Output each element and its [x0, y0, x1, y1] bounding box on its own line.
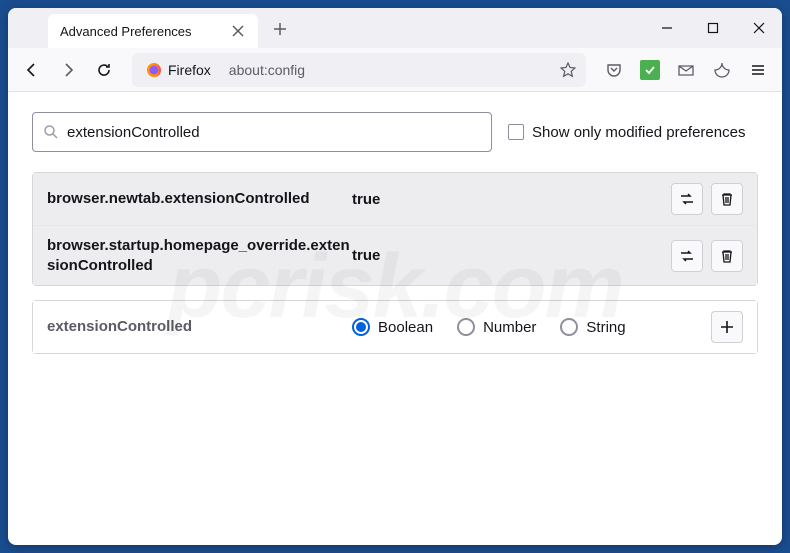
- pref-actions: [711, 311, 743, 343]
- shield-icon[interactable]: [706, 54, 738, 86]
- checkbox-icon: [508, 124, 524, 140]
- search-box[interactable]: [32, 112, 492, 152]
- pref-row[interactable]: browser.startup.homepage_override.extens…: [33, 226, 757, 285]
- close-tab-icon[interactable]: [230, 23, 246, 39]
- add-pref-name: extensionControlled: [47, 317, 352, 337]
- pref-actions: [671, 240, 743, 272]
- menu-button[interactable]: [742, 54, 774, 86]
- url-text: about:config: [221, 62, 313, 78]
- titlebar: Advanced Preferences: [8, 8, 782, 48]
- modified-only-checkbox[interactable]: Show only modified preferences: [508, 124, 745, 141]
- pref-row[interactable]: browser.newtab.extensionControlled true: [33, 173, 757, 226]
- add-pref-table: extensionControlled Boolean Number Strin…: [32, 300, 758, 354]
- add-button[interactable]: [711, 311, 743, 343]
- back-button[interactable]: [16, 54, 48, 86]
- radio-icon: [560, 318, 578, 336]
- radio-string[interactable]: String: [560, 318, 625, 336]
- browser-window: Advanced Preferences Firefox about:confi…: [8, 8, 782, 545]
- search-row: Show only modified preferences: [32, 112, 758, 152]
- pocket-icon[interactable]: [598, 54, 630, 86]
- minimize-button[interactable]: [644, 8, 690, 48]
- delete-button[interactable]: [711, 183, 743, 215]
- identity-box[interactable]: Firefox: [136, 62, 221, 78]
- maximize-button[interactable]: [690, 8, 736, 48]
- reload-button[interactable]: [88, 54, 120, 86]
- nav-toolbar: Firefox about:config: [8, 48, 782, 92]
- identity-label: Firefox: [168, 62, 211, 78]
- pref-actions: [671, 183, 743, 215]
- forward-button[interactable]: [52, 54, 84, 86]
- toggle-button[interactable]: [671, 240, 703, 272]
- window-controls: [644, 8, 782, 48]
- bookmark-star-icon[interactable]: [554, 56, 582, 84]
- firefox-logo-icon: [146, 62, 162, 78]
- prefs-table: browser.newtab.extensionControlled true …: [32, 172, 758, 286]
- tab-title: Advanced Preferences: [60, 24, 230, 39]
- active-tab[interactable]: Advanced Preferences: [48, 14, 258, 48]
- search-icon: [43, 124, 59, 140]
- pref-name: browser.newtab.extensionControlled: [47, 189, 352, 209]
- checkbox-label: Show only modified preferences: [532, 124, 745, 141]
- add-pref-row: extensionControlled Boolean Number Strin…: [33, 301, 757, 353]
- radio-icon: [352, 318, 370, 336]
- radio-boolean[interactable]: Boolean: [352, 318, 433, 336]
- radio-number[interactable]: Number: [457, 318, 536, 336]
- mail-icon[interactable]: [670, 54, 702, 86]
- pref-value: true: [352, 191, 452, 208]
- toggle-button[interactable]: [671, 183, 703, 215]
- extension-icon[interactable]: [634, 54, 666, 86]
- pref-name: browser.startup.homepage_override.extens…: [47, 236, 352, 275]
- url-bar[interactable]: Firefox about:config: [132, 53, 586, 87]
- type-radio-group: Boolean Number String: [352, 318, 711, 336]
- search-input[interactable]: [67, 124, 481, 141]
- new-tab-button[interactable]: [266, 15, 294, 43]
- close-window-button[interactable]: [736, 8, 782, 48]
- radio-icon: [457, 318, 475, 336]
- delete-button[interactable]: [711, 240, 743, 272]
- content-area: Show only modified preferences browser.n…: [8, 92, 782, 374]
- pref-value: true: [352, 247, 452, 264]
